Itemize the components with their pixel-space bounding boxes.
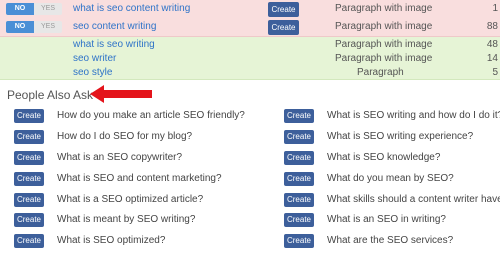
paa-question-text: What is meant by SEO writing? [57, 214, 196, 225]
red-arrow-icon [90, 85, 152, 103]
create-button[interactable]: Create [14, 130, 44, 144]
toggle-no-option[interactable]: NO [6, 21, 34, 33]
keyword-row: NO YES seo content writing Create Paragr… [0, 18, 500, 37]
keyword-row: NO YES what is seo content writing Creat… [0, 0, 500, 19]
paa-question-text: What is SEO optimized? [57, 235, 166, 246]
keyword-link[interactable]: seo content writing [73, 21, 156, 32]
content-type: Paragraph with image [335, 39, 433, 50]
create-button[interactable]: Create [284, 130, 314, 144]
paa-question-text: What is SEO knowledge? [327, 152, 441, 163]
create-button[interactable]: Create [268, 2, 299, 17]
paa-question-text: What is SEO writing and how do I do it? [327, 110, 500, 121]
keyword-count: 1 [492, 3, 498, 14]
create-button[interactable]: Create [268, 20, 299, 35]
people-also-ask-heading: People Also Ask [7, 88, 94, 102]
yes-no-toggle[interactable]: NO YES [6, 3, 62, 15]
toggle-yes-option[interactable]: YES [34, 3, 62, 15]
keyword-count: 5 [492, 67, 498, 78]
content-type: Paragraph with image [335, 53, 433, 64]
content-type: Paragraph with image [335, 21, 433, 32]
paa-question-text: What is SEO and content marketing? [57, 173, 222, 184]
create-button[interactable]: Create [284, 193, 314, 207]
keyword-count: 48 [486, 39, 498, 50]
related-keyword-row: seo style Paragraph 5 [0, 65, 500, 80]
create-button[interactable]: Create [284, 213, 314, 227]
paa-question-text: What is SEO writing experience? [327, 131, 474, 142]
create-button[interactable]: Create [14, 234, 44, 248]
keyword-link[interactable]: seo style [73, 67, 112, 78]
toggle-yes-option[interactable]: YES [34, 21, 62, 33]
content-type: Paragraph with image [335, 3, 433, 14]
paa-question-text: How do I do SEO for my blog? [57, 131, 193, 142]
create-button[interactable]: Create [14, 213, 44, 227]
paa-question-text: What is an SEO copywriter? [57, 152, 183, 163]
keyword-count: 14 [486, 53, 498, 64]
create-button[interactable]: Create [14, 151, 44, 165]
related-keyword-row: seo writer Paragraph with image 14 [0, 51, 500, 66]
create-button[interactable]: Create [284, 172, 314, 186]
paa-question-text: What skills should a content writer have… [327, 194, 500, 205]
paa-question-text: What is a SEO optimized article? [57, 194, 204, 205]
related-keyword-row: what is seo writing Paragraph with image… [0, 37, 500, 52]
create-button[interactable]: Create [14, 193, 44, 207]
paa-question-text: How do you make an article SEO friendly? [57, 110, 245, 121]
create-button[interactable]: Create [14, 109, 44, 123]
paa-question-text: What are the SEO services? [327, 235, 454, 246]
toggle-no-option[interactable]: NO [6, 3, 34, 15]
yes-no-toggle[interactable]: NO YES [6, 21, 62, 33]
content-type: Paragraph [357, 67, 404, 78]
create-button[interactable]: Create [284, 109, 314, 123]
create-button[interactable]: Create [284, 234, 314, 248]
keyword-link[interactable]: what is seo content writing [73, 3, 190, 14]
create-button[interactable]: Create [284, 151, 314, 165]
keyword-link[interactable]: seo writer [73, 53, 116, 64]
paa-question-text: What is an SEO in writing? [327, 214, 446, 225]
keyword-link[interactable]: what is seo writing [73, 39, 155, 50]
paa-question-text: What do you mean by SEO? [327, 173, 454, 184]
keyword-count: 88 [486, 21, 498, 32]
create-button[interactable]: Create [14, 172, 44, 186]
